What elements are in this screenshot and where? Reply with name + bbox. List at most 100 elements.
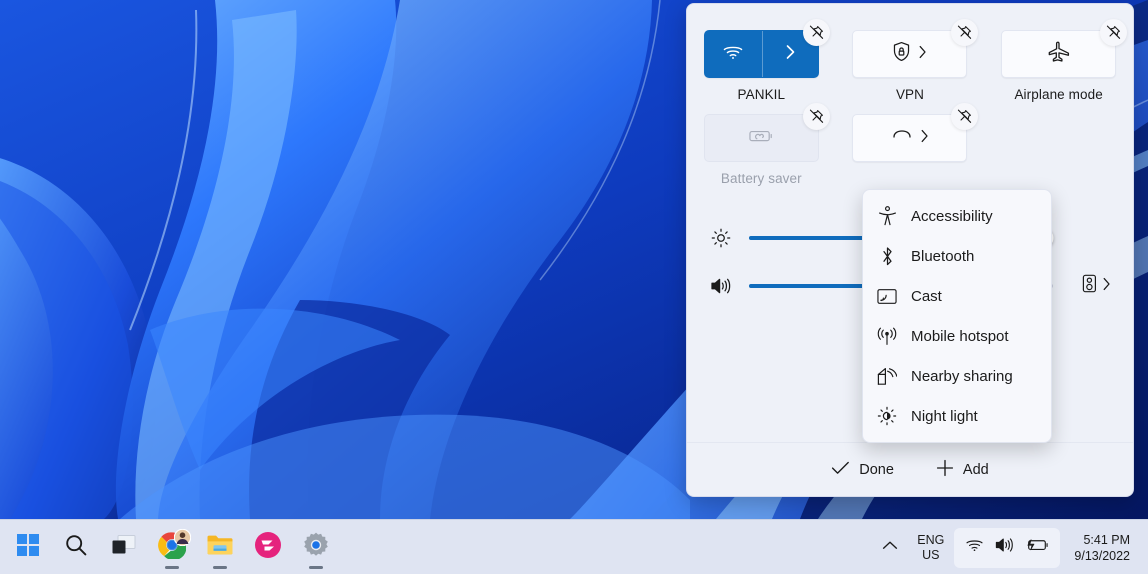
tray-overflow-button[interactable] — [873, 528, 907, 568]
unpin-icon-wifi[interactable] — [802, 19, 830, 46]
chevron-right-icon-hidden — [920, 129, 929, 148]
tile-cell-hidden — [836, 103, 985, 186]
night-light-icon — [877, 406, 897, 426]
menu-item-nearby-sharing[interactable]: Nearby sharing — [863, 356, 1051, 396]
tray-time: 5:41 PM — [1083, 532, 1130, 547]
done-label: Done — [859, 461, 894, 478]
tray-clock[interactable]: 5:41 PM 9/13/2022 — [1060, 526, 1138, 570]
tray-language-indicator[interactable]: ENG US — [907, 527, 954, 569]
menu-label-cast: Cast — [911, 287, 942, 305]
menu-label-night-light: Night light — [911, 407, 978, 425]
volume-icon — [994, 536, 1015, 559]
vpn-tile-content — [892, 41, 927, 67]
tray-language-line1: ENG — [917, 532, 945, 547]
menu-label-accessibility: Accessibility — [911, 207, 993, 225]
tile-cell-battery-saver: Battery saver — [687, 103, 836, 186]
menu-item-cast[interactable]: Cast — [863, 276, 1051, 316]
taskbar-task-view-button[interactable] — [100, 525, 148, 571]
taskbar-pink-app-button[interactable] — [244, 525, 292, 571]
menu-item-accessibility[interactable]: Accessibility — [863, 196, 1051, 236]
quick-tile-label-wifi: PANKIL — [737, 87, 786, 102]
taskbar-settings-button[interactable] — [292, 525, 340, 571]
add-tile-flyout-menu: Accessibility Bluetooth Cast Mobile hots… — [862, 189, 1052, 443]
volume-output-selector[interactable] — [1069, 274, 1111, 298]
cast-icon — [877, 288, 897, 305]
chrome-profile-avatar — [173, 528, 192, 551]
chevron-right-icon-vpn — [918, 45, 927, 64]
quick-tile-airplane-mode[interactable] — [1001, 19, 1128, 78]
desktop-screen: PANKIL VPN Airplane mode Battery saver D… — [0, 0, 1148, 574]
quick-settings-footer: Done Add — [687, 442, 1133, 496]
unpin-icon-battery-saver[interactable] — [802, 103, 830, 130]
menu-label-bluetooth: Bluetooth — [911, 247, 975, 265]
check-icon — [831, 460, 850, 480]
volume-icon — [709, 276, 733, 296]
quick-tile-wifi[interactable] — [703, 19, 830, 78]
menu-item-bluetooth[interactable]: Bluetooth — [863, 236, 1051, 276]
wifi-icon — [722, 43, 744, 66]
taskbar-start-button[interactable] — [4, 525, 52, 571]
tray-date: 9/13/2022 — [1074, 548, 1130, 563]
unpin-icon — [958, 109, 972, 123]
nearby-sharing-icon — [877, 367, 897, 386]
unpin-icon — [809, 25, 823, 39]
done-button[interactable]: Done — [817, 453, 908, 487]
search-icon — [64, 533, 88, 562]
wifi-toggle-half[interactable] — [705, 31, 762, 77]
audio-output-icon — [1082, 274, 1097, 298]
quick-tile-battery-saver[interactable] — [703, 103, 830, 162]
unpin-icon-hidden[interactable] — [951, 103, 979, 130]
taskbar-running-indicator-explorer — [213, 565, 227, 569]
unpin-icon-vpn[interactable] — [951, 19, 979, 46]
chevron-right-icon — [785, 44, 796, 65]
bluetooth-icon — [877, 246, 897, 267]
unpin-icon-airplane[interactable] — [1100, 19, 1128, 46]
add-label: Add — [962, 461, 989, 478]
unpin-icon — [1107, 25, 1121, 39]
battery-charging-icon — [1025, 537, 1049, 558]
task-view-icon — [111, 534, 137, 561]
tile-cell-wifi: PANKIL — [687, 19, 836, 102]
plus-icon — [936, 459, 954, 481]
taskbar-search-button[interactable] — [52, 525, 100, 571]
quick-tile-label-vpn: VPN — [895, 87, 925, 102]
quick-settings-tiles: PANKIL VPN Airplane mode Battery saver — [687, 4, 1133, 198]
chevron-up-icon — [882, 539, 898, 557]
quick-tile-vpn[interactable] — [852, 19, 979, 78]
pink-app-icon — [254, 531, 282, 564]
shield-lock-icon — [892, 41, 911, 67]
tile-cell-vpn: VPN — [836, 19, 985, 102]
unpin-icon — [809, 109, 823, 123]
partial-icon — [891, 126, 913, 151]
folder-icon — [206, 533, 234, 562]
chevron-right-icon-audio — [1102, 277, 1111, 296]
taskbar-running-indicator-chrome — [165, 565, 179, 569]
unpin-icon — [958, 25, 972, 39]
settings-gear-icon — [302, 531, 330, 564]
hidden-tile-content — [891, 126, 929, 151]
wifi-icon — [965, 537, 984, 558]
quick-tile-hidden-behind-menu[interactable] — [852, 103, 979, 162]
windows-start-icon — [16, 533, 40, 562]
tray-quick-settings-button[interactable] — [954, 527, 1061, 568]
battery-saver-icon — [749, 128, 774, 149]
system-tray: ENG US 5:41 PM 9/13/2022 — [873, 520, 1148, 574]
accessibility-icon — [877, 206, 897, 226]
taskbar-running-indicator-settings — [309, 565, 323, 569]
brightness-icon — [709, 228, 733, 248]
menu-label-nearby-sharing: Nearby sharing — [911, 367, 1013, 385]
menu-label-mobile-hotspot: Mobile hotspot — [911, 327, 1009, 345]
taskbar-chrome-button[interactable] — [148, 525, 196, 571]
tile-cell-airplane: Airplane mode — [984, 19, 1133, 102]
menu-item-night-light[interactable]: Night light — [863, 396, 1051, 436]
airplane-icon — [1047, 41, 1071, 68]
taskbar-app-buttons — [0, 520, 340, 574]
taskbar-file-explorer-button[interactable] — [196, 525, 244, 571]
tray-language-line2: US — [922, 547, 940, 562]
taskbar: ENG US 5:41 PM 9/13/2022 — [0, 519, 1148, 574]
quick-tile-label-airplane: Airplane mode — [1014, 87, 1103, 102]
add-button[interactable]: Add — [922, 452, 1003, 488]
mobile-hotspot-icon — [877, 327, 897, 346]
menu-item-mobile-hotspot[interactable]: Mobile hotspot — [863, 316, 1051, 356]
quick-tile-label-battery-saver: Battery saver — [720, 171, 802, 186]
